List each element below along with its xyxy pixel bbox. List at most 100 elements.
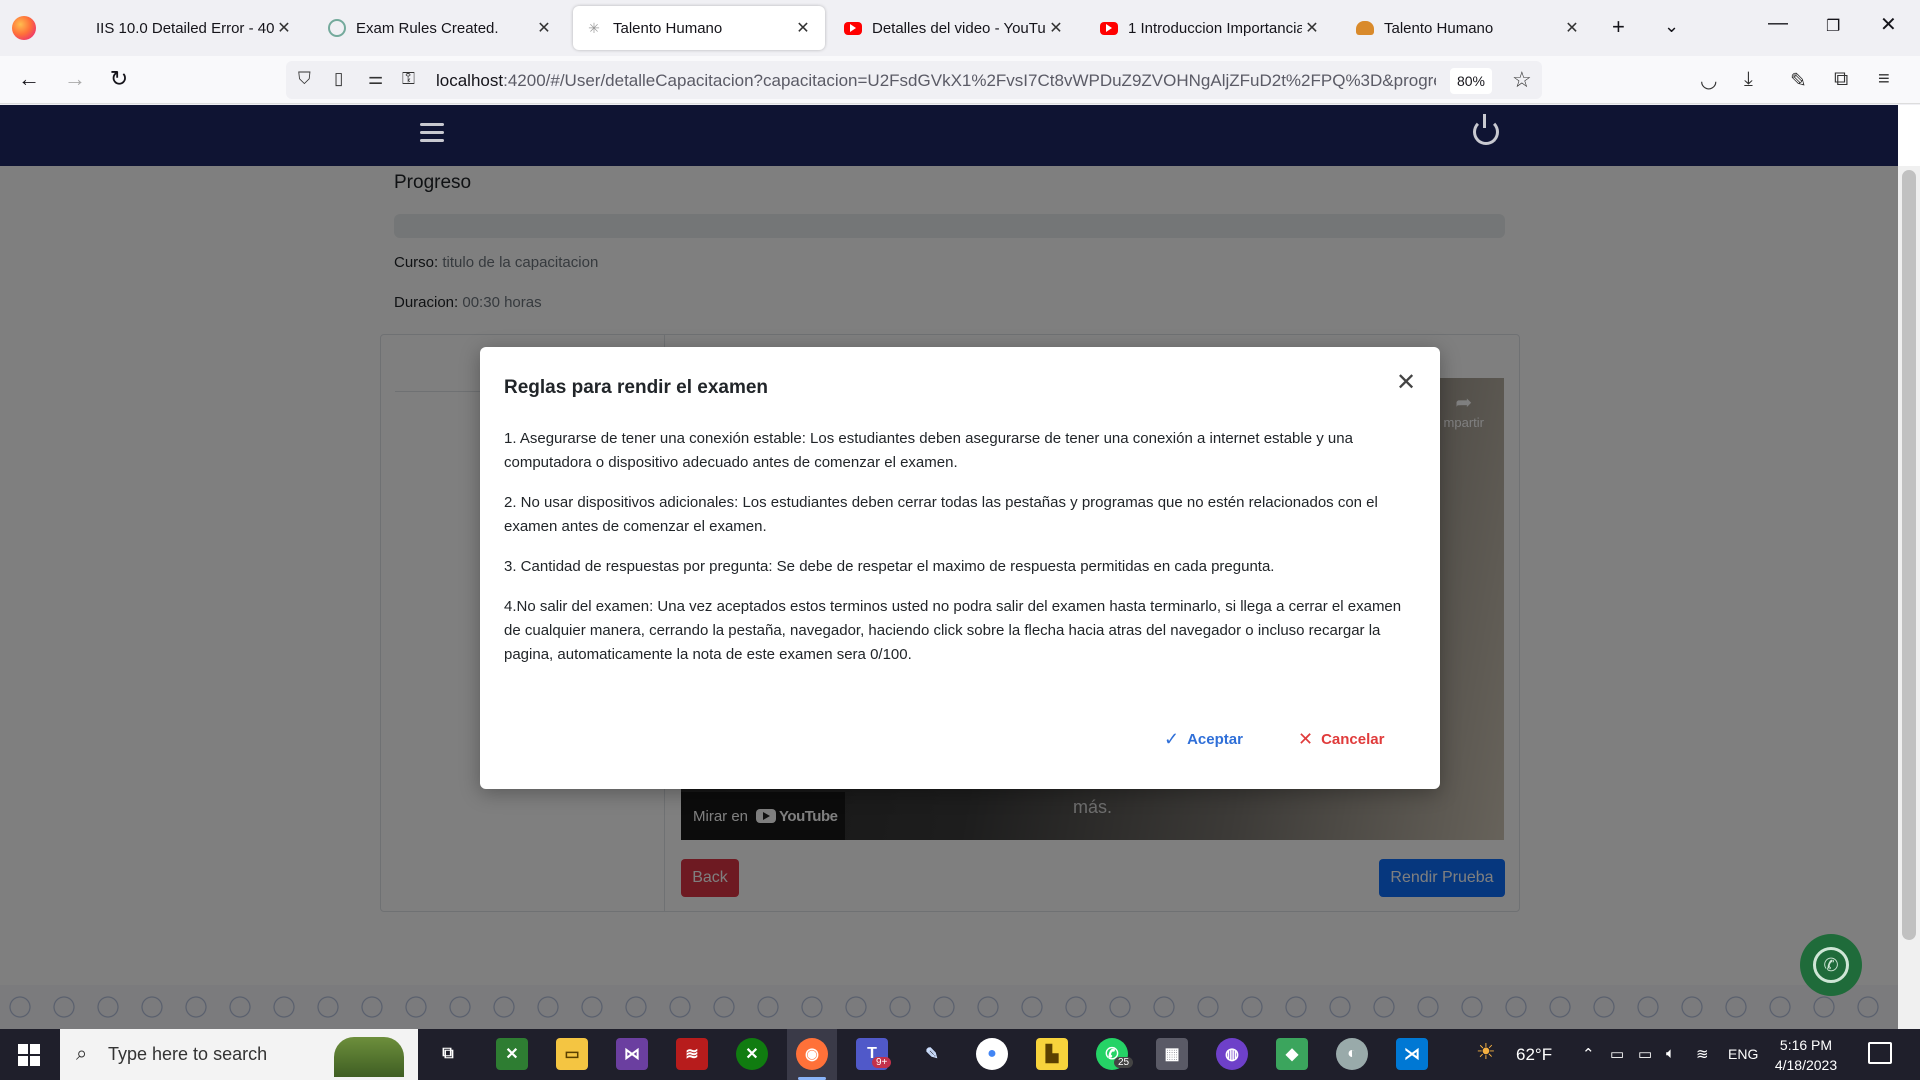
search-placeholder: Type here to search	[108, 1044, 268, 1064]
url-text[interactable]: localhost:4200/#/User/detalleCapacitacio…	[436, 71, 1436, 91]
weather-temperature[interactable]: 62°F	[1516, 1045, 1552, 1065]
whatsapp-float-button[interactable]: ✆	[1800, 934, 1862, 996]
key-icon[interactable]: ⚿	[402, 69, 415, 89]
tab-title: Exam Rules Created.	[356, 19, 499, 37]
rule-item: 2. No usar dispositivos adicionales: Los…	[504, 494, 1378, 535]
dev-tool-icon[interactable]: ✕	[496, 1038, 528, 1070]
pocket-icon[interactable]: ◡	[1700, 68, 1717, 93]
accept-button[interactable]: ✓ Aceptar	[1164, 729, 1243, 750]
task-view-icon[interactable]: ⧉	[432, 1038, 464, 1070]
bookmark-star-icon[interactable]: ☆	[1512, 67, 1532, 93]
close-window-icon[interactable]: ✕	[1880, 12, 1897, 37]
forward-arrow-icon[interactable]: →	[60, 66, 90, 92]
page-icon[interactable]: ▯	[334, 69, 343, 89]
github-icon[interactable]: ◍	[1216, 1038, 1248, 1070]
page-scrollbar[interactable]	[1898, 166, 1920, 1029]
youtube-icon	[1100, 21, 1118, 35]
exam-rules-modal: Reglas para rendir el examen ✕ 1. Asegur…	[480, 347, 1440, 789]
power-logout-icon[interactable]	[1473, 114, 1499, 145]
list-tabs-chevron-icon[interactable]: ⌄	[1664, 16, 1679, 37]
close-icon[interactable]: ✕	[1394, 371, 1418, 395]
burger-icon	[1356, 21, 1374, 35]
close-tab-icon[interactable]: ✕	[1046, 18, 1066, 38]
language-indicator[interactable]: ENG	[1728, 1046, 1758, 1062]
meet-now-icon[interactable]: ▭	[1610, 1045, 1624, 1063]
zoom-indicator[interactable]: 80%	[1450, 68, 1492, 94]
download-icon[interactable]: ⤓	[1744, 68, 1753, 91]
tab-title: IIS 10.0 Detailed Error - 403.14 -	[96, 19, 274, 37]
taskbar-clock[interactable]: 5:16 PM 4/18/2023	[1770, 1035, 1842, 1075]
shield-icon[interactable]: ⛉	[298, 69, 311, 89]
tab-youtube-introduccion[interactable]: 1 Introduccion Importancia y ✕	[1088, 6, 1334, 50]
cancel-label: Cancelar	[1321, 731, 1385, 748]
clock-time: 5:16 PM	[1779, 1037, 1833, 1053]
sticky-notes-icon[interactable]: ▙	[1036, 1038, 1068, 1070]
modal-title: Reglas para rendir el examen	[504, 377, 769, 398]
visual-studio-icon[interactable]: ⋈	[616, 1038, 648, 1070]
minimize-icon[interactable]: —	[1768, 12, 1788, 35]
close-tab-icon[interactable]: ✕	[274, 18, 294, 38]
check-icon: ✓	[1164, 729, 1180, 749]
reload-icon[interactable]: ↻	[104, 66, 134, 92]
tab-talento-humano[interactable]: Talento Humano ✕	[1344, 6, 1594, 50]
bluestacks-icon[interactable]: ◆	[1276, 1038, 1308, 1070]
menu-icon[interactable]: ≡	[1878, 68, 1890, 91]
wifi-icon[interactable]: ≋	[1696, 1045, 1709, 1063]
firefox-taskbar-icon[interactable]: ◉	[796, 1038, 828, 1070]
clock-date: 4/18/2023	[1774, 1057, 1838, 1073]
app-icon: ✳	[588, 19, 600, 36]
tab-iis-error[interactable]: IIS 10.0 Detailed Error - 403.14 - ✕	[56, 6, 306, 50]
rule-item: 1. Asegurarse de tener una conexión esta…	[504, 430, 1353, 471]
file-explorer-icon[interactable]: ▭	[556, 1038, 588, 1070]
accept-label: Aceptar	[1187, 731, 1243, 748]
x-icon: ✕	[1298, 729, 1314, 749]
whatsapp-icon: ✆	[1813, 947, 1849, 983]
weather-icon[interactable]: ☀	[1476, 1039, 1496, 1065]
address-bar[interactable]: ⛉ ▯ ⚌ ⚿ localhost:4200/#/User/detalleCap…	[286, 61, 1542, 99]
chrome-icon[interactable]: ●	[976, 1038, 1008, 1070]
close-tab-icon[interactable]: ✕	[793, 18, 813, 38]
vscode-icon[interactable]: ⋊	[1396, 1038, 1428, 1070]
browser-toolbar: ← → ↻ ⛉ ▯ ⚌ ⚿ localhost:4200/#/User/deta…	[0, 56, 1920, 104]
xbox-icon[interactable]: ✕	[736, 1038, 768, 1070]
teams-badge: 9+	[872, 1057, 892, 1068]
search-highlight-image	[334, 1037, 404, 1077]
notepad-icon[interactable]: ✎	[916, 1038, 948, 1070]
rule-item: 4.No salir del examen: Una vez aceptados…	[504, 598, 1402, 663]
extensions-icon[interactable]: ⧉	[1834, 68, 1848, 91]
close-tab-icon[interactable]: ✕	[534, 18, 554, 38]
eyedropper-icon[interactable]: ✎	[1790, 68, 1807, 93]
back-arrow-icon[interactable]: ←	[14, 66, 44, 92]
iis-icon	[68, 19, 86, 37]
search-icon: ⌕	[76, 1043, 88, 1065]
tray-chevron-icon[interactable]: ⌃	[1582, 1045, 1595, 1063]
notification-center-icon[interactable]	[1868, 1042, 1892, 1064]
windows-start-icon[interactable]	[18, 1044, 40, 1066]
permissions-icon[interactable]: ⚌	[368, 69, 383, 89]
restore-icon[interactable]: ❐	[1826, 16, 1840, 36]
chatgpt-icon	[328, 19, 346, 37]
sql-server-icon[interactable]: ≋	[676, 1038, 708, 1070]
close-tab-icon[interactable]: ✕	[1562, 18, 1582, 38]
cancel-button[interactable]: ✕ Cancelar	[1298, 729, 1384, 750]
app-icon[interactable]: ◐	[1336, 1038, 1368, 1070]
hamburger-menu-icon[interactable]	[420, 123, 444, 143]
rule-item: 3. Cantidad de respuestas por pregunta: …	[504, 558, 1275, 575]
calculator-icon[interactable]: ▦	[1156, 1038, 1188, 1070]
tab-title: Talento Humano	[613, 19, 723, 37]
modal-body: 1. Asegurarse de tener una conexión esta…	[504, 427, 1416, 683]
taskbar-search-box[interactable]: ⌕ Type here to search	[60, 1029, 418, 1080]
battery-icon[interactable]: ▭	[1638, 1045, 1652, 1063]
new-tab-icon[interactable]: +	[1612, 14, 1625, 40]
scrollbar-thumb[interactable]	[1902, 170, 1916, 940]
youtube-icon	[844, 21, 862, 35]
close-tab-icon[interactable]: ✕	[1302, 18, 1322, 38]
firefox-icon[interactable]	[12, 16, 36, 40]
tab-exam-rules[interactable]: Exam Rules Created. ✕	[316, 6, 566, 50]
tab-title: 1 Introduccion Importancia y	[1128, 19, 1302, 37]
volume-icon[interactable]: 🔈︎	[1666, 1045, 1675, 1062]
browser-tab-bar: IIS 10.0 Detailed Error - 403.14 - ✕ Exa…	[0, 0, 1920, 56]
tab-talento-humano-active[interactable]: ✳ Talento Humano ✕	[573, 6, 825, 50]
whatsapp-badge: 25	[1114, 1057, 1134, 1068]
tab-youtube-detalles[interactable]: Detalles del video - YouTube ✕	[832, 6, 1078, 50]
